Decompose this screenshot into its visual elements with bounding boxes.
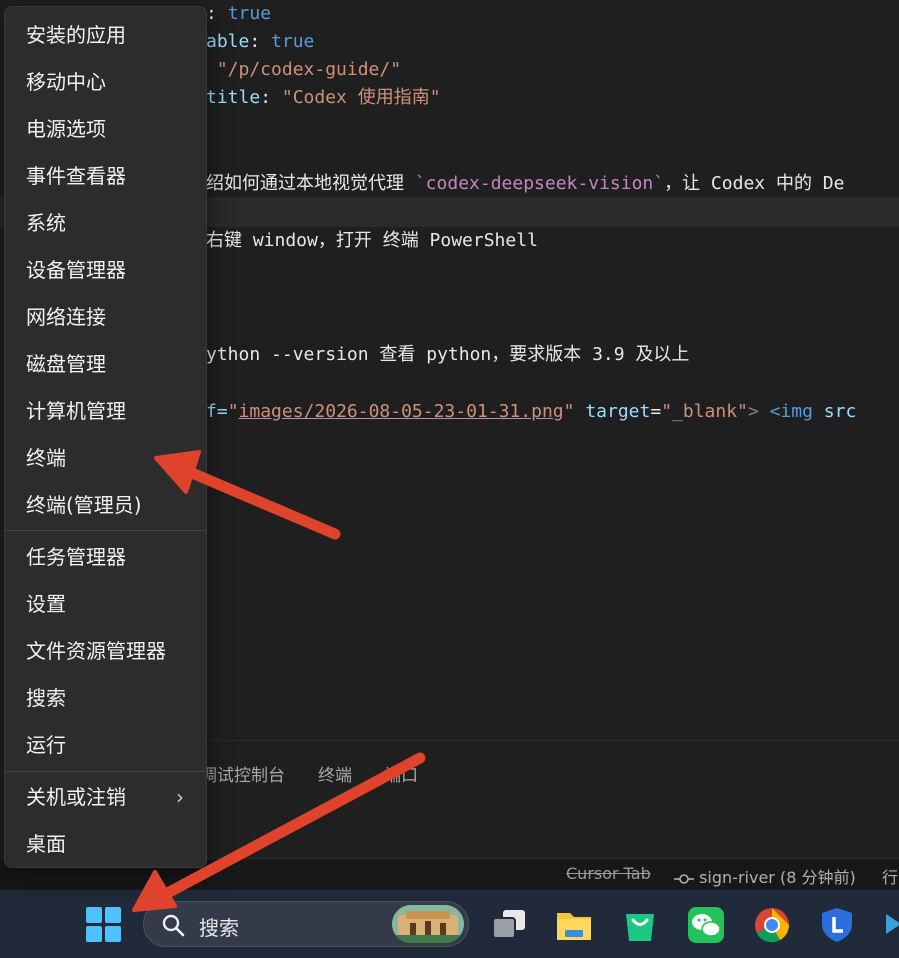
menu-item-network-connections[interactable]: 网络连接 xyxy=(5,295,206,339)
menu-item-search[interactable]: 搜索 xyxy=(5,676,206,720)
menu-item-mobility-center[interactable]: 移动中心 xyxy=(5,60,206,104)
code-token: > xyxy=(747,401,770,422)
chrome-icon[interactable] xyxy=(753,906,791,944)
menu-item-settings[interactable]: 设置 xyxy=(5,582,206,626)
search-icon xyxy=(161,913,185,941)
menu-item-power-options[interactable]: 电源选项 xyxy=(5,107,206,151)
code-token: `codex-deepseek-vision` xyxy=(414,173,665,194)
taskbar: 搜索 xyxy=(0,890,899,958)
menu-separator xyxy=(5,771,206,772)
code-token: images/2026-08-05-23-01-31.png xyxy=(238,401,564,422)
file-explorer-icon[interactable] xyxy=(555,906,593,944)
menu-item-desktop[interactable]: 桌面 xyxy=(5,822,206,866)
code-token: <img xyxy=(769,401,824,422)
tab-debug-console[interactable]: 调试控制台 xyxy=(200,761,285,786)
code-line[interactable]: 右键 window，打开 终端 PowerShell xyxy=(206,227,538,255)
status-git-label: sign-river (8 分钟前) xyxy=(699,868,856,887)
code-line[interactable]: : true xyxy=(206,0,271,28)
security-shield-icon[interactable] xyxy=(818,906,856,944)
code-token: : xyxy=(260,87,282,108)
code-token: "Codex 使用指南" xyxy=(281,87,441,108)
code-token: 右键 window，打开 终端 PowerShell xyxy=(206,230,538,251)
search-label: 搜索 xyxy=(199,916,239,940)
code-token: " xyxy=(563,401,575,422)
code-token: target xyxy=(585,401,651,422)
menu-item-terminal-admin[interactable]: 终端(管理员) xyxy=(5,483,206,527)
menu-item-run[interactable]: 运行 xyxy=(5,723,206,767)
code-token: ，让 Codex 中的 De xyxy=(664,173,845,194)
status-line[interactable]: 行 xyxy=(882,864,898,888)
wechat-icon[interactable] xyxy=(687,906,725,944)
menu-item-shutdown-signout[interactable]: 关机或注销 › xyxy=(5,775,206,819)
code-token: true xyxy=(271,31,315,52)
menu-item-task-manager[interactable]: 任务管理器 xyxy=(5,535,206,579)
task-view-icon[interactable] xyxy=(490,906,528,944)
menu-item-installed-apps[interactable]: 安装的应用 xyxy=(5,13,206,57)
menu-item-system[interactable]: 系统 xyxy=(5,201,206,245)
status-cursor-tab[interactable]: Cursor Tab xyxy=(566,864,651,883)
code-token: : xyxy=(249,31,272,52)
search-highlight-image[interactable] xyxy=(392,905,464,943)
shopping-bag-icon[interactable] xyxy=(621,906,659,944)
menu-item-event-viewer[interactable]: 事件查看器 xyxy=(5,154,206,198)
code-line[interactable]: 绍如何通过本地视觉代理 `codex-deepseek-vision`，让 Co… xyxy=(206,170,844,198)
windows-logo-icon xyxy=(86,907,102,923)
status-git[interactable]: sign-river (8 分钟前) xyxy=(674,864,856,888)
menu-item-disk-management[interactable]: 磁盘管理 xyxy=(5,342,206,386)
tab-terminal[interactable]: 终端 xyxy=(318,761,352,786)
menu-item-file-explorer[interactable]: 文件资源管理器 xyxy=(5,629,206,673)
code-token: " xyxy=(227,401,239,422)
menu-item-shutdown-label: 关机或注销 xyxy=(26,785,126,809)
code-line[interactable]: title: "Codex 使用指南" xyxy=(206,84,441,112)
winx-context-menu: 安装的应用 移动中心 电源选项 事件查看器 系统 设备管理器 网络连接 磁盘管理… xyxy=(4,6,207,868)
taskbar-search[interactable]: 搜索 xyxy=(143,901,469,947)
code-token: able xyxy=(206,31,250,52)
menu-item-computer-management[interactable]: 计算机管理 xyxy=(5,389,206,433)
code-token: src xyxy=(823,401,857,422)
code-token: "/p/codex-guide/" xyxy=(206,59,402,80)
code-token: : xyxy=(206,3,228,24)
code-token: 绍如何通过本地视觉代理 xyxy=(206,173,415,194)
code-token: f= xyxy=(206,401,228,422)
code-line[interactable]: able: true xyxy=(206,28,314,56)
app-icon-partial[interactable] xyxy=(884,906,899,944)
code-line[interactable]: "/p/codex-guide/" xyxy=(206,56,401,84)
code-token: true xyxy=(227,3,272,24)
code-line[interactable]: ython --version 查看 python，要求版本 3.9 及以上 xyxy=(206,341,689,369)
code-token: title xyxy=(206,87,261,108)
code-line[interactable]: f="images/2026-08-05-23-01-31.png" targe… xyxy=(206,398,856,426)
commit-icon xyxy=(674,868,699,887)
menu-separator xyxy=(5,530,206,531)
code-token: = xyxy=(650,401,662,422)
menu-item-device-manager[interactable]: 设备管理器 xyxy=(5,248,206,292)
chevron-right-icon: › xyxy=(176,785,184,809)
code-token: ython --version 查看 python，要求版本 3.9 及以上 xyxy=(206,344,690,365)
menu-item-terminal[interactable]: 终端 xyxy=(5,436,206,480)
code-token: "_blank" xyxy=(661,401,748,422)
tab-ports[interactable]: 端口 xyxy=(384,761,418,786)
start-button[interactable] xyxy=(86,907,122,943)
